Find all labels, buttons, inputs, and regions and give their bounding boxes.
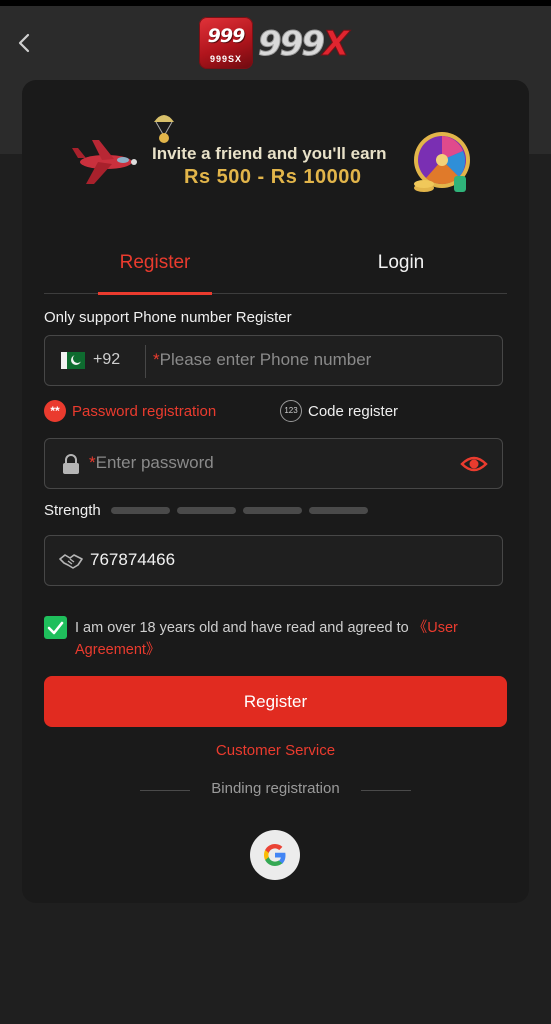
registration-options: ** Password registration 123 Code regist… — [44, 400, 503, 424]
prize-wheel-icon — [414, 132, 470, 192]
logo-wordmark-x: X — [322, 24, 349, 65]
password-placeholder: Enter password — [95, 453, 214, 472]
app-logo-badge: 999 999SX — [199, 17, 253, 69]
parachute-coin-icon — [154, 115, 174, 143]
required-mark: * — [89, 453, 96, 472]
required-mark: * — [153, 350, 160, 369]
country-code[interactable]: +92 — [93, 351, 120, 369]
phone-placeholder: Please enter Phone number — [159, 350, 372, 369]
code-option-icon: 123 — [280, 400, 302, 422]
phone-field[interactable]: +92 *Please enter Phone number — [44, 335, 503, 386]
password-strength: Strength — [44, 502, 375, 519]
google-login-button[interactable] — [250, 830, 300, 880]
tab-active-indicator — [98, 292, 212, 295]
password-option-icon: ** — [44, 400, 66, 422]
password-input[interactable]: *Enter password — [89, 453, 214, 473]
password-registration-option[interactable]: ** Password registration — [44, 400, 216, 422]
tab-register[interactable]: Register — [98, 244, 212, 295]
password-option-label: Password registration — [72, 402, 217, 420]
phone-divider — [145, 345, 146, 378]
agreement-text: I am over 18 years old and have read and… — [75, 617, 505, 661]
strength-bar — [242, 507, 302, 514]
strength-label: Strength — [44, 502, 101, 519]
google-icon — [264, 844, 286, 866]
back-arrow-icon[interactable] — [12, 30, 38, 56]
tab-login-label: Login — [377, 252, 425, 273]
banner-title: Invite a friend and you'll earn — [152, 144, 387, 163]
handshake-icon — [59, 554, 83, 569]
logo-badge-caption: 999SX — [209, 54, 243, 64]
invite-banner[interactable]: Invite a friend and you'll earn Rs 500 -… — [72, 110, 482, 205]
agreement-statement: I am over 18 years old and have read and… — [75, 620, 413, 636]
strength-bar — [110, 507, 170, 514]
strength-bar — [176, 507, 236, 514]
code-option-label: Code register — [308, 402, 399, 420]
airplane-icon — [72, 140, 137, 184]
agreement-checkbox[interactable] — [44, 616, 67, 639]
phone-input[interactable]: *Please enter Phone number — [153, 350, 371, 370]
strength-bar — [308, 507, 368, 514]
auth-tabs: Register Login — [44, 244, 507, 295]
lock-icon — [63, 454, 79, 474]
support-note: Only support Phone number Register — [44, 309, 292, 326]
register-card: Invite a friend and you'll earn Rs 500 -… — [22, 80, 529, 903]
divider-line-right — [361, 790, 411, 791]
flag-crescent-cutout — [73, 354, 82, 363]
banner-amount: Rs 500 - Rs 10000 — [184, 166, 362, 188]
customer-service-link[interactable]: Customer Service — [22, 742, 529, 759]
app-logo-wordmark: 999X — [258, 24, 350, 65]
tab-register-label: Register — [119, 252, 191, 273]
logo-badge-number: 999 — [207, 25, 246, 47]
invite-code-field[interactable]: 767874466 — [44, 535, 503, 586]
invite-code-input[interactable]: 767874466 — [90, 550, 175, 570]
password-field[interactable]: *Enter password — [44, 438, 503, 489]
binding-registration-label: Binding registration — [211, 780, 340, 797]
eye-icon[interactable] — [460, 452, 488, 476]
logo-wordmark-numbers: 999 — [258, 24, 326, 65]
register-button[interactable]: Register — [44, 676, 507, 727]
tab-login[interactable]: Login — [344, 244, 458, 294]
binding-registration-divider: Binding registration — [22, 780, 529, 800]
code-register-option[interactable]: 123 Code register — [280, 400, 398, 422]
checkmark-icon — [47, 621, 64, 635]
pakistan-flag-icon[interactable] — [61, 352, 85, 369]
